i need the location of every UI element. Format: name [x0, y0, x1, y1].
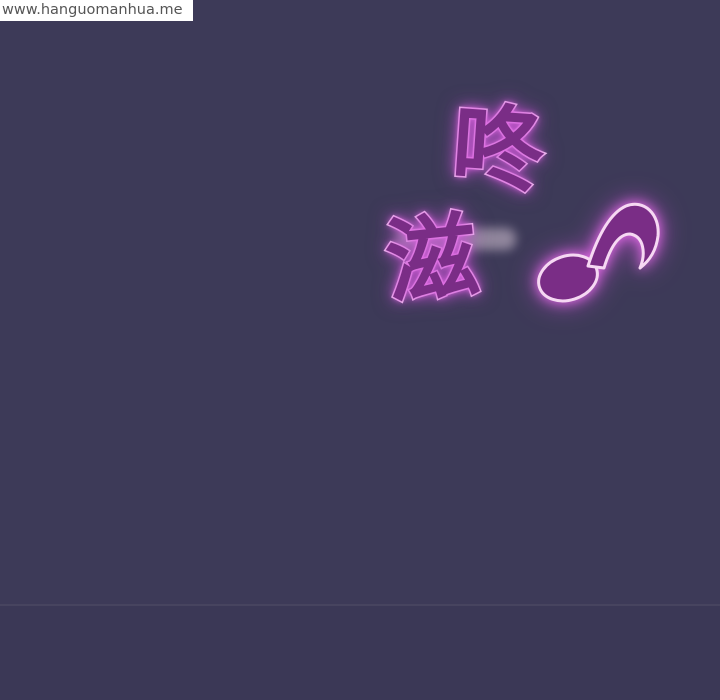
- music-note-icon: [537, 202, 660, 303]
- sound-effect-dong: 咚: [447, 91, 549, 207]
- sound-effect-zi: 滋: [379, 200, 485, 319]
- comic-panel: www.hanguomanhua.me 咚 滋: [0, 0, 720, 700]
- panel-lower-strip: [0, 606, 720, 700]
- watermark: www.hanguomanhua.me: [0, 0, 193, 21]
